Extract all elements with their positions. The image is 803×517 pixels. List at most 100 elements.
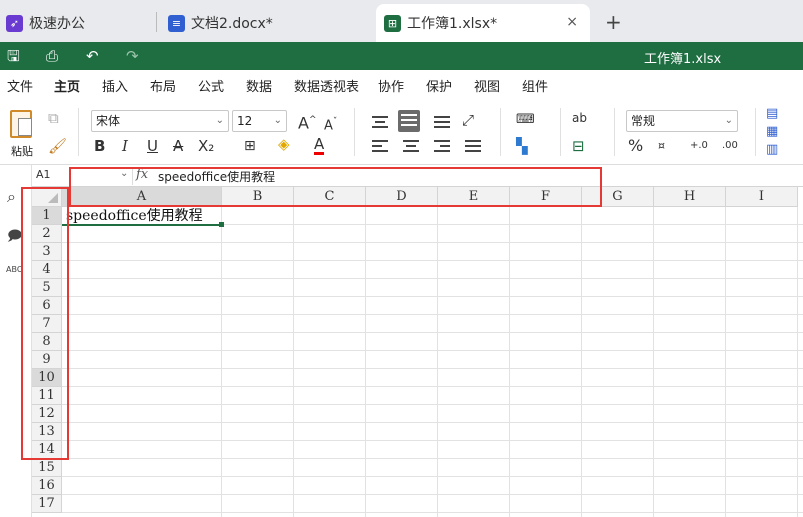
row-gridline [62, 386, 803, 387]
column-header-h[interactable]: H [654, 187, 726, 207]
ribbon-divider [78, 108, 79, 156]
annotation-box-row-headers [21, 187, 69, 460]
increase-decimal-icon[interactable]: .00 [722, 136, 738, 156]
spreadsheet-icon: ⊞ [384, 14, 401, 32]
align-right-icon[interactable] [434, 140, 450, 155]
border-icon[interactable]: ⊞ [244, 136, 256, 156]
cell-reference-box[interactable]: A1 [36, 168, 51, 181]
redo-icon[interactable]: ↷ [126, 47, 139, 65]
copy-icon[interactable]: ⧉ [48, 108, 59, 128]
underline-button[interactable]: U [147, 136, 158, 156]
paste-label: 粘贴 [11, 145, 33, 158]
font-name-select[interactable]: 宋体 ⌄ [91, 110, 229, 132]
number-format-select[interactable]: 常规 ⌄ [626, 110, 738, 132]
align-top-icon[interactable] [372, 116, 388, 131]
align-center-icon[interactable] [403, 140, 419, 155]
search-icon[interactable]: ⌕ [7, 187, 16, 207]
column-gridline [365, 207, 366, 517]
column-gridline [725, 207, 726, 517]
align-left-icon[interactable] [372, 140, 388, 155]
delete-row-icon[interactable]: ▦ [766, 122, 778, 142]
row-gridline [62, 296, 803, 297]
menu-components[interactable]: 组件 [522, 76, 548, 95]
tab-workbook[interactable]: ⊞ 工作簿1.xlsx* × [376, 4, 590, 42]
text-orientation-icon[interactable]: ⤢ [462, 110, 474, 130]
row-gridline [62, 476, 803, 477]
subscript-button[interactable]: X₂ [198, 136, 214, 156]
new-tab-button[interactable]: + [605, 10, 622, 34]
rocket-icon: ➶ [6, 14, 23, 32]
annotation-box-formula [69, 167, 602, 207]
font-size-select[interactable]: 12 ⌄ [232, 110, 287, 132]
row-gridline [62, 278, 803, 279]
wrap-text-icon[interactable]: ⌨ [516, 110, 535, 130]
bold-button[interactable]: B [94, 136, 105, 156]
strikethrough-button[interactable]: A [173, 136, 183, 156]
font-name-value: 宋体 [96, 114, 121, 128]
save-icon[interactable]: 🖫 [7, 47, 20, 65]
row-gridline [62, 512, 803, 513]
menu-collaborate[interactable]: 协作 [378, 76, 404, 95]
column-gridline [221, 207, 222, 517]
decrease-decimal-icon[interactable]: +.0 [690, 136, 708, 156]
menu-file[interactable]: 文件 [7, 76, 33, 95]
chevron-down-icon: ⌄ [724, 115, 733, 126]
spell-check-icon[interactable]: ab [572, 108, 587, 128]
tab-document[interactable]: ≡ 文档2.docx* [168, 4, 368, 42]
row-gridline [62, 494, 803, 495]
undo-icon[interactable]: ↶ [86, 47, 99, 65]
column-gridline [437, 207, 438, 517]
row-gridline [62, 404, 803, 405]
percent-button[interactable]: % [628, 136, 643, 156]
cell-a1[interactable]: speedoffice使用教程 [66, 207, 203, 225]
ribbon-divider [354, 108, 355, 156]
align-middle-icon[interactable] [398, 110, 420, 132]
spreadsheet-grid[interactable]: ABCDEFGHI 1 2 3 4 5 6 7 8 9 10 11 12 13 14 15 16 17 spee… [32, 187, 803, 517]
ribbon-divider [560, 108, 561, 156]
menu-layout[interactable]: 布局 [150, 76, 176, 95]
tab-divider [156, 12, 157, 32]
spell-check-icon[interactable]: ABC [6, 265, 22, 274]
insert-row-icon[interactable]: ▤ [766, 104, 778, 124]
menu-data[interactable]: 数据 [246, 76, 272, 95]
menu-protect[interactable]: 保护 [426, 76, 452, 95]
close-tab-icon[interactable]: × [566, 14, 578, 30]
column-gridline [293, 207, 294, 517]
menu-pivot-table[interactable]: 数据透视表 [294, 76, 359, 95]
title-bar: 🖫 ⎙ ↶ ↷ 工作簿1.xlsx [0, 42, 803, 70]
insert-cell-icon[interactable]: ⊟ [572, 136, 585, 156]
ribbon-divider [614, 108, 615, 156]
row-header-17[interactable]: 17 [32, 495, 62, 513]
row-gridline [62, 440, 803, 441]
ribbon-divider [755, 108, 756, 156]
column-gridline [581, 207, 582, 517]
column-gridline [797, 207, 798, 517]
font-color-icon[interactable]: A [314, 136, 325, 155]
tab-home[interactable]: ➶ 极速办公 [6, 4, 156, 42]
paste-button[interactable] [8, 108, 36, 140]
grow-font-button[interactable]: A^ [298, 110, 317, 133]
column-gridline [653, 207, 654, 517]
currency-icon[interactable]: ¤ [658, 136, 665, 156]
chevron-down-icon: ⌄ [273, 115, 282, 126]
fill-handle[interactable] [219, 222, 224, 227]
row-gridline [62, 350, 803, 351]
format-painter-icon[interactable]: 🖌 [48, 136, 67, 156]
merge-cells-icon[interactable]: ▚ [516, 136, 528, 156]
number-format-value: 常规 [631, 114, 656, 128]
print-icon[interactable]: ⎙ [46, 47, 58, 65]
menu-insert[interactable]: 插入 [102, 76, 128, 95]
menu-view[interactable]: 视图 [474, 76, 500, 95]
row-header-15[interactable]: 15 [32, 459, 62, 477]
row-header-16[interactable]: 16 [32, 477, 62, 495]
format-cells-icon[interactable]: ▥ [766, 140, 778, 160]
column-header-i[interactable]: I [726, 187, 798, 207]
paper-icon [18, 118, 32, 136]
justify-icon[interactable] [465, 140, 481, 155]
shrink-font-button[interactable]: Aˇ [324, 112, 337, 136]
fill-color-icon[interactable]: ◈ [278, 134, 290, 154]
align-bottom-icon[interactable] [434, 116, 450, 131]
italic-button[interactable]: I [122, 136, 128, 156]
menu-formula[interactable]: 公式 [198, 76, 224, 95]
menu-home[interactable]: 主页 [54, 76, 81, 100]
